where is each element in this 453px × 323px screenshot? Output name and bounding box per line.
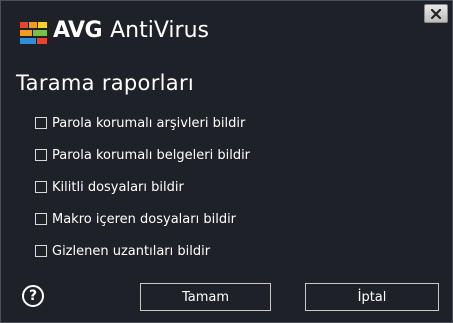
option-report-hidden-extensions[interactable]: Gizlenen uzantıları bildir: [35, 242, 210, 260]
checkbox[interactable]: [35, 149, 47, 161]
product-name: AntiVirus: [110, 18, 209, 43]
option-label[interactable]: Parola korumalı belgeleri bildir: [52, 148, 250, 163]
cancel-button[interactable]: İptal: [305, 283, 439, 311]
option-report-password-archives[interactable]: Parola korumalı arşivleri bildir: [35, 114, 245, 132]
option-report-macro-files[interactable]: Makro içeren dosyaları bildir: [35, 210, 236, 228]
app-title: AVG AntiVirus: [53, 17, 209, 45]
close-icon: [431, 8, 441, 19]
help-icon[interactable]: ?: [22, 285, 44, 307]
checkbox[interactable]: [35, 117, 47, 129]
checkbox[interactable]: [35, 245, 47, 257]
page-title: Tarama raporları: [16, 71, 195, 95]
option-report-locked-files[interactable]: Kilitli dosyaları bildir: [35, 178, 184, 196]
avg-logo-icon: [20, 22, 47, 44]
ok-button[interactable]: Tamam: [140, 283, 271, 311]
brand-name: AVG: [53, 18, 103, 43]
dialog-window: AVG AntiVirus Tarama raporları Parola kor…: [0, 0, 453, 323]
option-label[interactable]: Gizlenen uzantıları bildir: [52, 244, 210, 259]
checkbox[interactable]: [35, 181, 47, 193]
close-button[interactable]: [424, 4, 448, 23]
option-label[interactable]: Makro içeren dosyaları bildir: [52, 212, 236, 227]
checkbox[interactable]: [35, 213, 47, 225]
option-label[interactable]: Parola korumalı arşivleri bildir: [52, 116, 245, 131]
option-label[interactable]: Kilitli dosyaları bildir: [52, 180, 184, 195]
option-report-password-documents[interactable]: Parola korumalı belgeleri bildir: [35, 146, 250, 164]
title-bar: AVG AntiVirus: [1, 1, 452, 55]
